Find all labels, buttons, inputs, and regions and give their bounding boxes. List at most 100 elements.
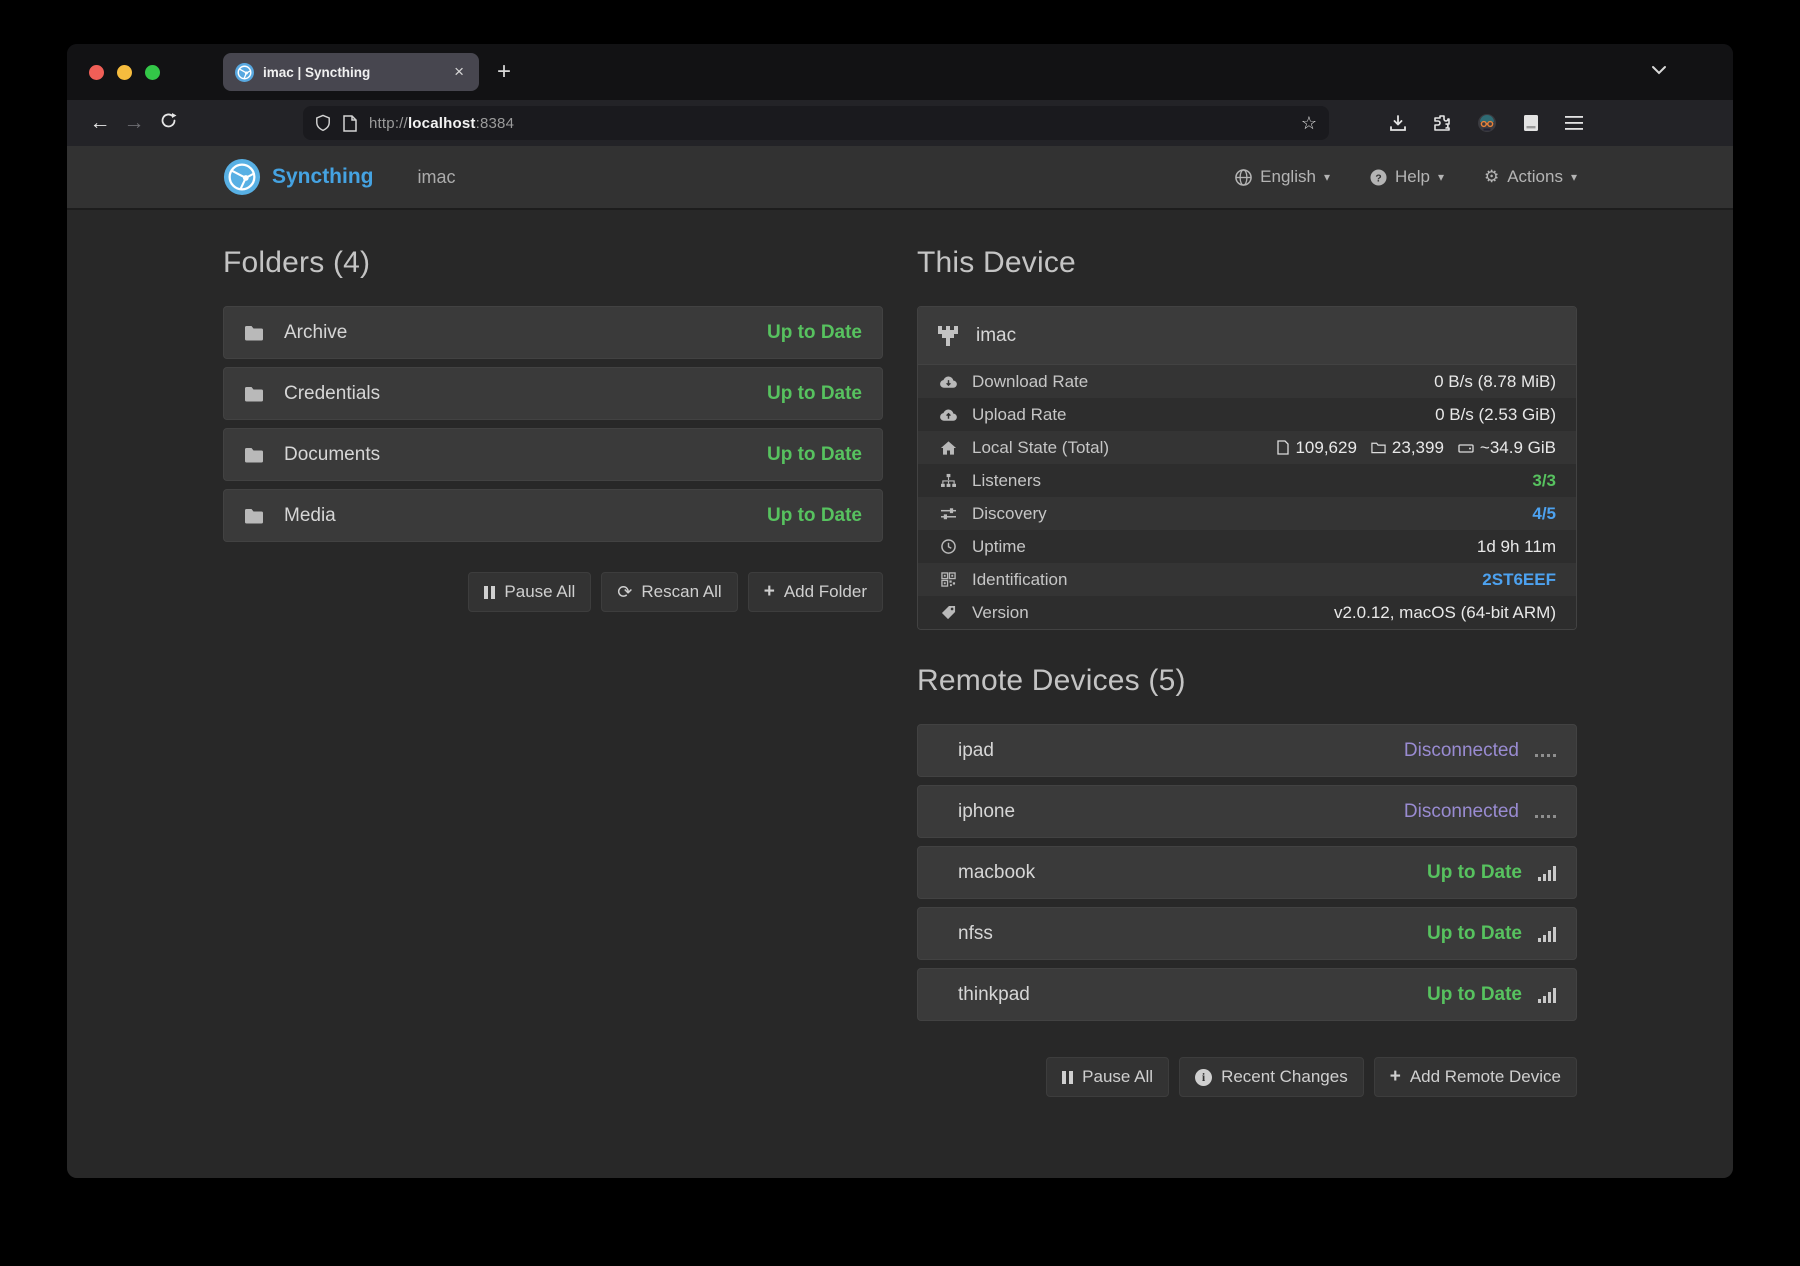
syncthing-brand[interactable]: Syncthing [223, 158, 374, 196]
signal-strength-icon [1538, 987, 1556, 1003]
this-device-table: Download Rate 0 B/s (8.78 MiB) Upload Ra… [918, 365, 1576, 629]
signal-strength-icon [1538, 926, 1556, 942]
navbar-device-name: imac [418, 167, 456, 188]
identification-link[interactable]: 2ST6EEF [1482, 570, 1556, 590]
help-menu-label: Help [1395, 167, 1430, 187]
sliders-icon [938, 506, 958, 521]
folder-row[interactable]: Archive Up to Date [223, 306, 883, 359]
add-folder-button[interactable]: +Add Folder [748, 572, 883, 612]
refresh-icon: ⟳ [617, 582, 632, 603]
local-state-value: 109,629 23,399 ~34.9 GiB [1277, 438, 1556, 458]
syncthing-navbar: Syncthing imac English ▾ ? Help ▾ [67, 146, 1733, 210]
download-rate-value[interactable]: 0 B/s (8.78 MiB) [1434, 372, 1556, 392]
folder-icon [244, 447, 264, 463]
browser-toolbar: ← → http://localhost:8384 ☆ [67, 100, 1733, 146]
screen: imac | Syncthing × + ← → http:// [0, 0, 1800, 1266]
browser-window: imac | Syncthing × + ← → http:// [67, 44, 1733, 1178]
back-button[interactable]: ← [83, 111, 117, 135]
folder-row[interactable]: Documents Up to Date [223, 428, 883, 481]
directory-icon [1371, 441, 1386, 454]
local-dirs-count: 23,399 [1392, 438, 1444, 458]
tab-strip: imac | Syncthing × + [67, 44, 1733, 100]
version-row: Version v2.0.12, macOS (64-bit ARM) [918, 596, 1576, 629]
folder-name: Documents [284, 444, 380, 466]
page-info-icon[interactable] [343, 115, 357, 132]
local-files-count: 109,629 [1295, 438, 1356, 458]
language-menu[interactable]: English ▾ [1235, 167, 1330, 187]
folder-row[interactable]: Credentials Up to Date [223, 367, 883, 420]
browser-tab[interactable]: imac | Syncthing × [223, 53, 479, 91]
url-prefix: http:// [369, 115, 408, 132]
url-bar[interactable]: http://localhost:8384 ☆ [303, 106, 1329, 140]
listeners-value: 3/3 [1532, 471, 1556, 491]
close-window-button[interactable] [89, 65, 104, 80]
bookmark-star-icon[interactable]: ☆ [1301, 113, 1317, 134]
remote-device-name: macbook [958, 862, 1035, 884]
folder-icon [244, 386, 264, 402]
pause-all-devices-button[interactable]: Pause All [1046, 1057, 1169, 1097]
add-remote-device-button[interactable]: +Add Remote Device [1374, 1057, 1577, 1097]
extensions-puzzle-icon[interactable] [1433, 114, 1451, 132]
remote-device-status: Up to Date [1427, 862, 1522, 884]
remote-device-row[interactable]: macbook Up to Date [917, 846, 1577, 899]
zoom-window-button[interactable] [145, 65, 160, 80]
upload-rate-value[interactable]: 0 B/s (2.53 GiB) [1435, 405, 1556, 425]
url-text[interactable]: http://localhost:8384 [369, 115, 1293, 132]
pause-all-folders-button[interactable]: Pause All [468, 572, 591, 612]
chevron-down-icon: ▾ [1324, 170, 1330, 184]
devices-column: This Device imac Download Rate 0 B/s (8.… [917, 210, 1577, 1097]
remote-device-status: Disconnected [1404, 801, 1519, 823]
new-tab-button[interactable]: + [497, 58, 511, 86]
folder-name: Credentials [284, 383, 380, 405]
hard-drive-icon [1458, 442, 1474, 454]
globe-icon [1235, 169, 1252, 186]
folders-column: Folders (4) Archive Up to Date Credentia… [223, 210, 883, 1097]
profile-avatar-icon[interactable] [1477, 113, 1497, 133]
discovery-value[interactable]: 4/5 [1532, 504, 1556, 524]
plus-icon: + [764, 581, 775, 603]
remote-device-name: nfss [958, 923, 993, 945]
this-device-header[interactable]: imac [918, 307, 1576, 365]
help-menu[interactable]: ? Help ▾ [1370, 167, 1444, 187]
gear-icon: ⚙ [1484, 167, 1499, 187]
shield-icon[interactable] [315, 114, 331, 132]
folders-buttons: Pause All ⟳Rescan All +Add Folder [223, 572, 883, 612]
recent-changes-button[interactable]: iRecent Changes [1179, 1057, 1364, 1097]
remote-device-status: Up to Date [1427, 984, 1522, 1006]
tab-close-icon[interactable]: × [451, 62, 467, 82]
forward-button[interactable]: → [117, 111, 151, 135]
remote-device-row[interactable]: ipad Disconnected [917, 724, 1577, 777]
local-state-row: Local State (Total) 109,629 23,399 ~34.9… [918, 431, 1576, 464]
folder-name: Media [284, 505, 336, 527]
rescan-all-button[interactable]: ⟳Rescan All [601, 572, 737, 612]
signal-strength-icon [1538, 865, 1556, 881]
list-tabs-chevron-icon[interactable] [1651, 62, 1667, 80]
syncthing-logo-icon [223, 158, 261, 196]
hamburger-menu-icon[interactable] [1565, 116, 1583, 130]
language-menu-label: English [1260, 167, 1316, 187]
cloud-upload-icon [938, 408, 958, 422]
plus-icon: + [1390, 1066, 1401, 1088]
remote-device-status: Disconnected [1404, 740, 1519, 762]
remote-devices-title: Remote Devices (5) [917, 664, 1577, 698]
clock-icon [938, 539, 958, 554]
sitemap-icon [938, 473, 958, 488]
brand-name: Syncthing [272, 165, 374, 189]
actions-menu[interactable]: ⚙ Actions ▾ [1484, 167, 1577, 187]
folder-icon [244, 325, 264, 341]
minimize-window-button[interactable] [117, 65, 132, 80]
svg-text:?: ? [1375, 173, 1381, 184]
remote-device-row[interactable]: iphone Disconnected [917, 785, 1577, 838]
folder-row[interactable]: Media Up to Date [223, 489, 883, 542]
folder-status: Up to Date [767, 383, 862, 405]
cloud-download-icon [938, 375, 958, 389]
reader-view-icon[interactable] [1523, 114, 1539, 132]
remote-device-row[interactable]: nfss Up to Date [917, 907, 1577, 960]
reload-button[interactable] [151, 112, 185, 134]
remote-device-row[interactable]: thinkpad Up to Date [917, 968, 1577, 1021]
downloads-icon[interactable] [1389, 114, 1407, 132]
upload-rate-row: Upload Rate 0 B/s (2.53 GiB) [918, 398, 1576, 431]
main-content: Folders (4) Archive Up to Date Credentia… [67, 210, 1733, 1097]
toolbar-right-icons [1389, 113, 1583, 133]
remote-devices-buttons: Pause All iRecent Changes +Add Remote De… [917, 1057, 1577, 1097]
